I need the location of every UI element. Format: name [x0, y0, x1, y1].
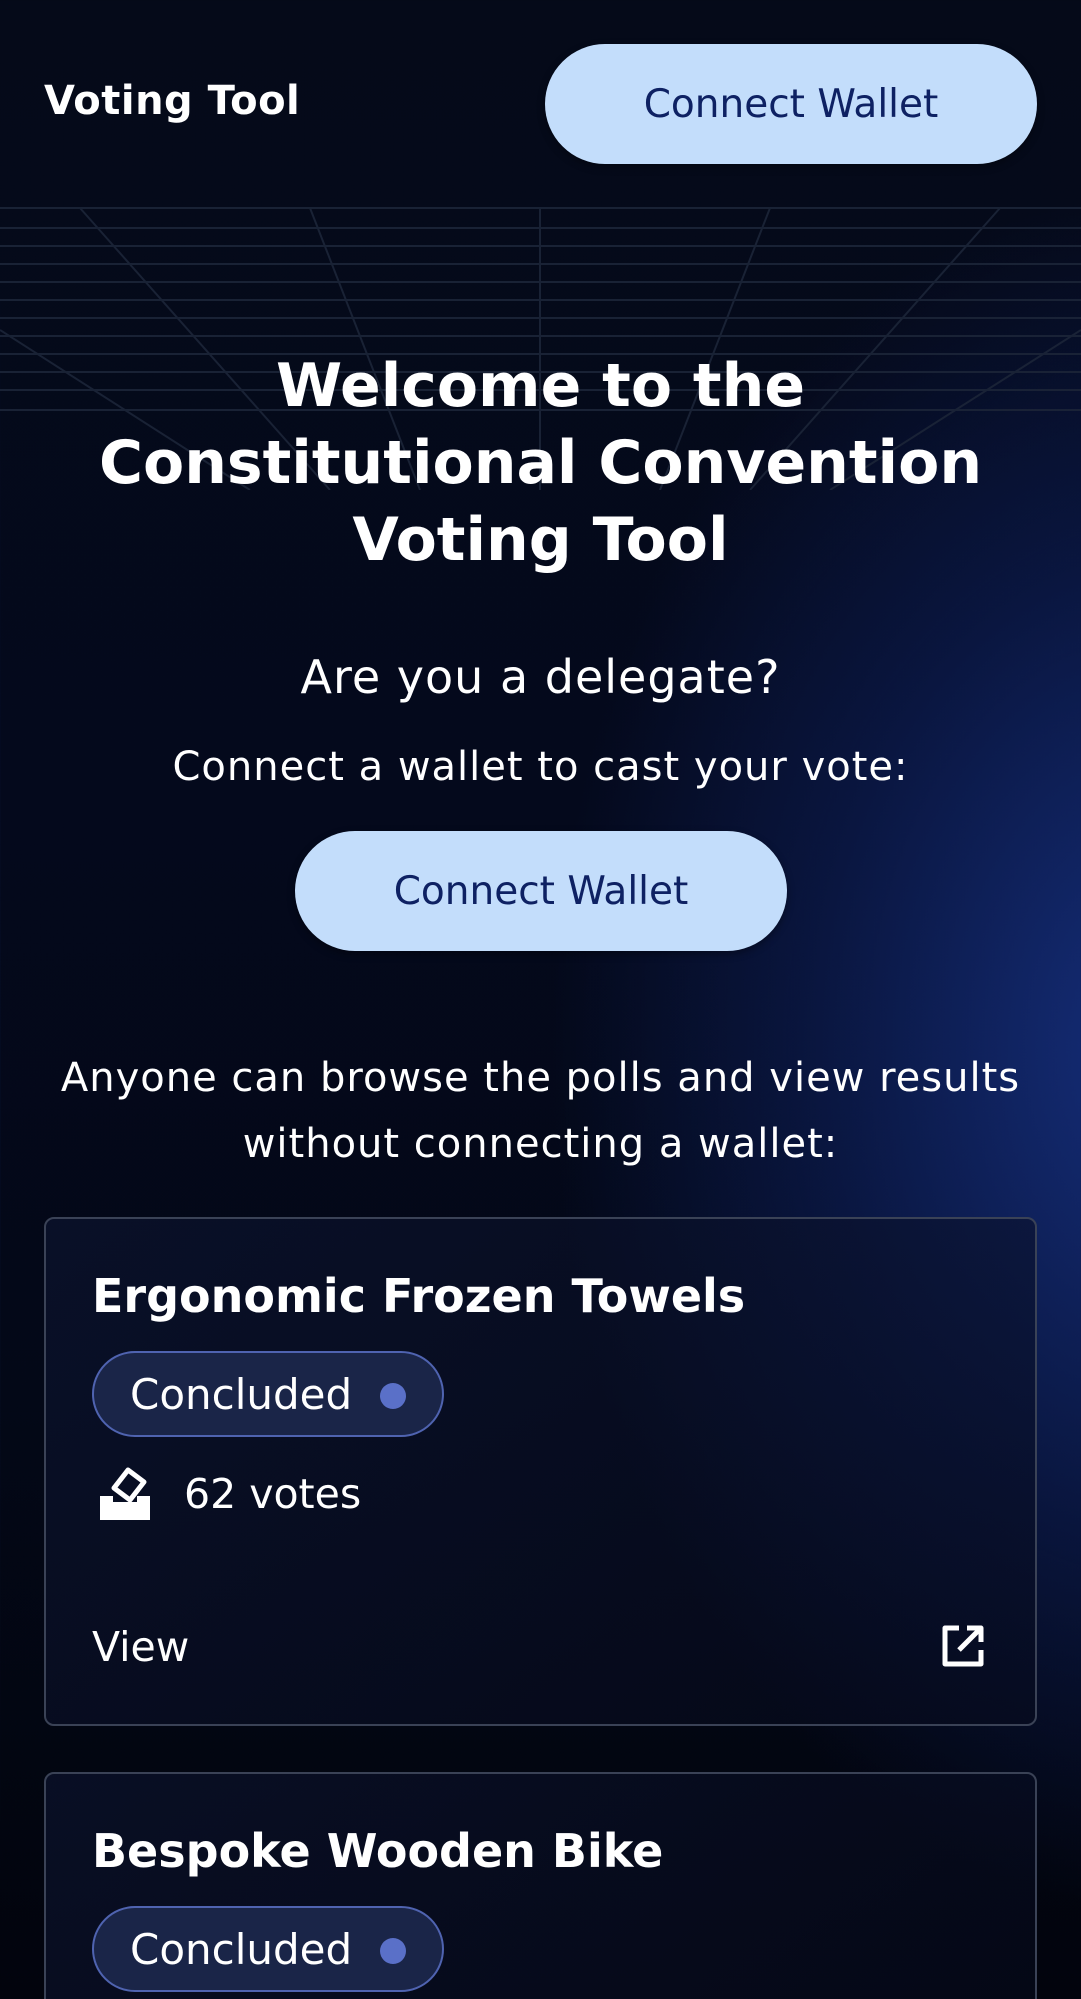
top-header: Voting Tool Connect Wallet — [0, 0, 1081, 200]
status-badge: Concluded — [92, 1351, 444, 1437]
status-dot-icon — [380, 1383, 406, 1409]
connect-wallet-button[interactable]: Connect Wallet — [295, 831, 787, 951]
browse-line-2: without connecting a wallet: — [242, 1121, 839, 1167]
poll-title: Bespoke Wooden Bike — [92, 1824, 664, 1878]
ballot-box-icon — [100, 1467, 150, 1520]
external-link-icon[interactable] — [939, 1622, 987, 1670]
title-line-1: Welcome to the — [275, 351, 806, 421]
votes-row: 62 votes — [98, 1466, 361, 1522]
browse-info: Anyone can browse the polls and view res… — [30, 1045, 1051, 1177]
poll-card: Ergonomic Frozen Towels Concluded 62 vot… — [44, 1217, 1037, 1726]
poll-title: Ergonomic Frozen Towels — [92, 1269, 746, 1323]
brand-title[interactable]: Voting Tool — [44, 78, 300, 124]
view-poll-link[interactable]: View — [92, 1623, 189, 1671]
status-badge: Concluded — [92, 1906, 444, 1992]
status-dot-icon — [380, 1938, 406, 1964]
status-label: Concluded — [130, 1924, 353, 1974]
connect-wallet-button-header[interactable]: Connect Wallet — [545, 44, 1037, 164]
page-title: Welcome to the Constitutional Convention… — [30, 348, 1051, 579]
delegate-question: Are you a delegate? — [300, 650, 781, 704]
connect-prompt: Connect a wallet to cast your vote: — [172, 744, 909, 790]
browse-line-1: Anyone can browse the polls and view res… — [60, 1055, 1021, 1101]
title-line-2: Constitutional Convention — [98, 428, 983, 498]
status-label: Concluded — [130, 1369, 353, 1419]
votes-count: 62 votes — [184, 1470, 362, 1518]
title-line-3: Voting Tool — [352, 505, 729, 575]
poll-card: Bespoke Wooden Bike Concluded — [44, 1772, 1037, 1999]
